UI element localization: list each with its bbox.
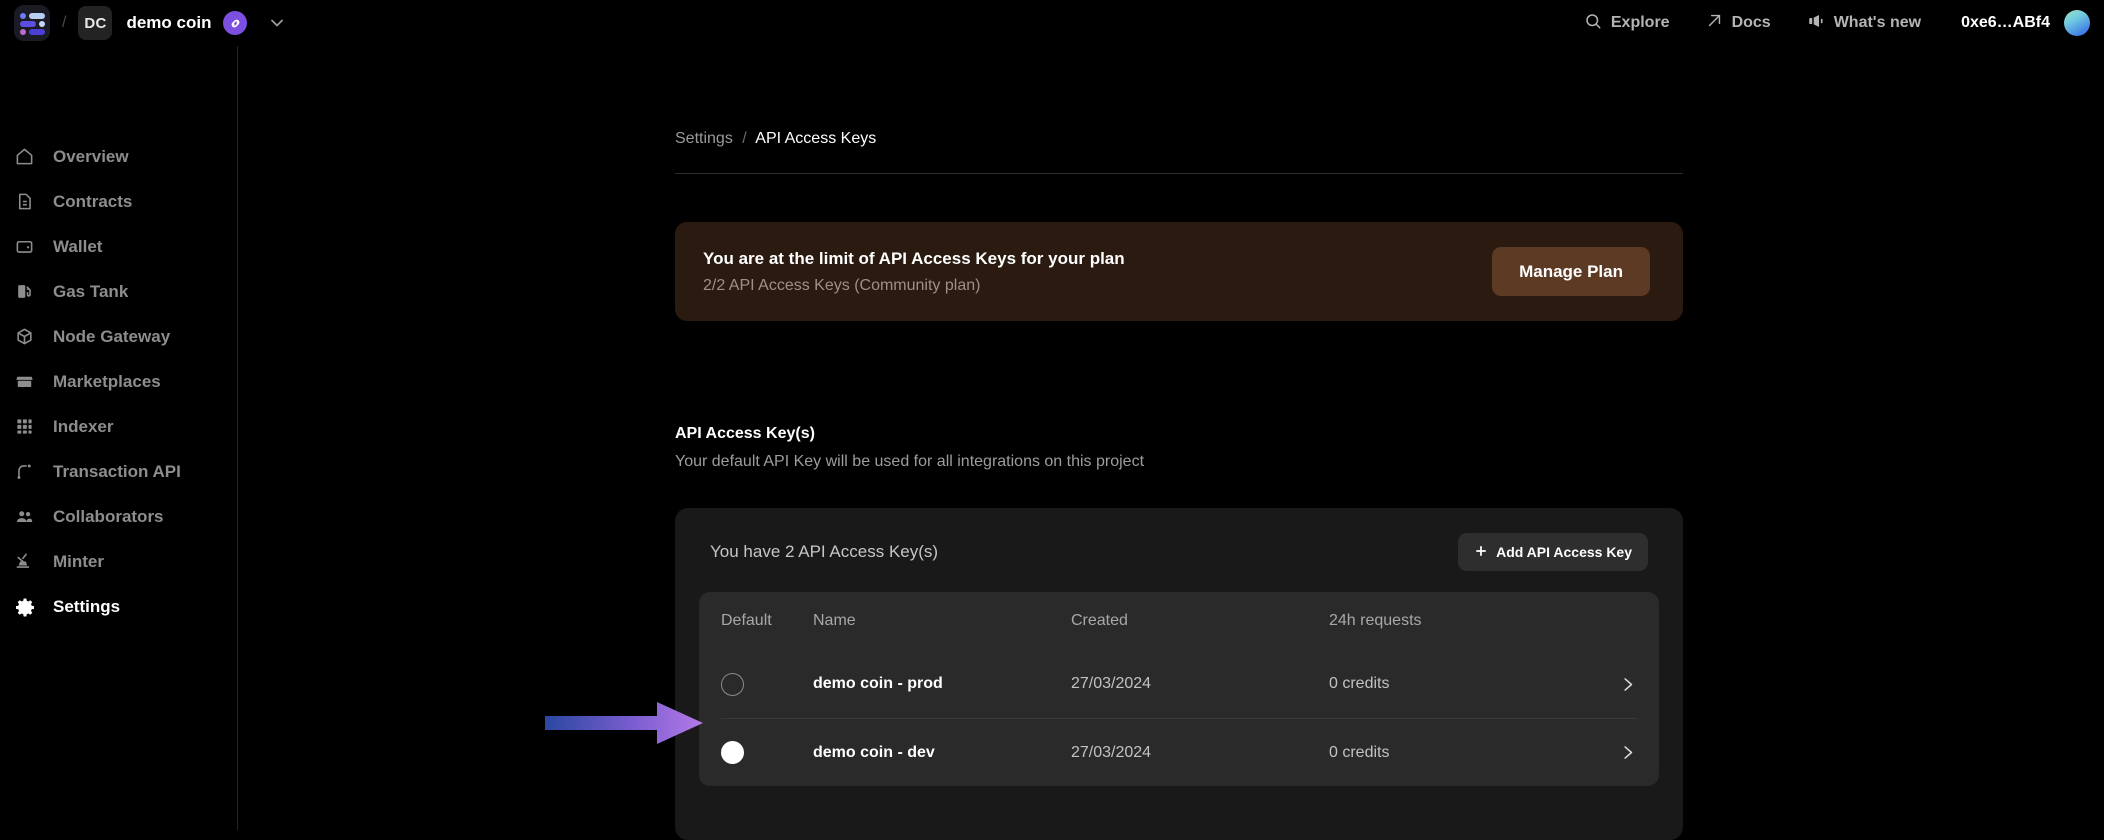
table-row[interactable]: demo coin - prod 27/03/2024 0 credits bbox=[721, 650, 1637, 718]
key-name: demo coin - prod bbox=[813, 675, 1071, 693]
table-header-row: Default Name Created 24h requests bbox=[721, 592, 1637, 650]
plan-limit-banner: You are at the limit of API Access Keys … bbox=[675, 222, 1683, 321]
column-header-name: Name bbox=[813, 612, 1071, 630]
cube-icon bbox=[14, 326, 35, 347]
default-radio-demo-coin-prod[interactable] bbox=[721, 673, 744, 696]
sidebar-item-label: Indexer bbox=[53, 417, 113, 437]
transaction-arc-icon bbox=[14, 461, 35, 482]
default-radio-cell bbox=[721, 741, 813, 764]
column-header-default: Default bbox=[721, 612, 813, 630]
megaphone-icon bbox=[1807, 12, 1825, 35]
column-header-requests: 24h requests bbox=[1329, 612, 1597, 630]
breadcrumb-divider bbox=[675, 173, 1683, 174]
breadcrumb-slash: / bbox=[62, 14, 66, 32]
project-switcher-chevron-down-icon[interactable] bbox=[267, 13, 287, 33]
chevron-right-icon[interactable] bbox=[1597, 743, 1637, 762]
column-header-created: Created bbox=[1071, 612, 1329, 630]
key-24h-requests: 0 credits bbox=[1329, 675, 1597, 693]
sidebar: Overview Contracts Wallet Gas Tank bbox=[0, 46, 238, 830]
gear-icon bbox=[14, 596, 35, 617]
breadcrumb-current: API Access Keys bbox=[755, 130, 876, 147]
key-name: demo coin - dev bbox=[813, 744, 1071, 762]
project-initials-badge: DC bbox=[78, 6, 112, 40]
wallet-icon bbox=[14, 236, 35, 257]
people-icon bbox=[14, 506, 35, 527]
home-icon bbox=[14, 146, 35, 167]
chevron-right-icon[interactable] bbox=[1597, 675, 1637, 694]
sidebar-item-label: Collaborators bbox=[53, 507, 164, 527]
top-bar-right: Explore Docs What's new 0xe6…ABf4 bbox=[1548, 10, 2104, 36]
section-title: API Access Key(s) bbox=[675, 425, 1144, 443]
add-api-access-key-label: Add API Access Key bbox=[1496, 544, 1632, 560]
key-24h-requests: 0 credits bbox=[1329, 744, 1597, 762]
key-created-date: 27/03/2024 bbox=[1071, 744, 1329, 762]
search-icon bbox=[1584, 12, 1602, 35]
sidebar-item-overview[interactable]: Overview bbox=[0, 134, 237, 179]
sidebar-item-label: Transaction API bbox=[53, 462, 181, 482]
breadcrumb-separator: / bbox=[742, 130, 746, 147]
avatar[interactable] bbox=[2064, 10, 2090, 36]
sidebar-item-label: Gas Tank bbox=[53, 282, 128, 302]
storefront-icon bbox=[14, 371, 35, 392]
manage-plan-button[interactable]: Manage Plan bbox=[1492, 247, 1650, 296]
nav-docs[interactable]: Docs bbox=[1706, 12, 1771, 34]
section-subtitle: Your default API Key will be used for al… bbox=[675, 453, 1144, 471]
plan-limit-subtitle: 2/2 API Access Keys (Community plan) bbox=[703, 277, 1125, 295]
sidebar-item-label: Overview bbox=[53, 147, 129, 167]
sidebar-item-settings[interactable]: Settings bbox=[0, 584, 237, 629]
default-radio-cell bbox=[721, 673, 813, 696]
main-content: Settings / API Access Keys You are at th… bbox=[238, 46, 2104, 830]
nav-whats-new-label: What's new bbox=[1834, 14, 1921, 32]
sidebar-item-marketplaces[interactable]: Marketplaces bbox=[0, 359, 237, 404]
breadcrumb-parent[interactable]: Settings bbox=[675, 130, 733, 147]
contract-file-icon bbox=[14, 191, 35, 212]
sidebar-item-contracts[interactable]: Contracts bbox=[0, 179, 237, 224]
sidebar-item-label: Contracts bbox=[53, 192, 132, 212]
top-bar: / DC demo coin Explore bbox=[0, 0, 2104, 46]
sidebar-item-node-gateway[interactable]: Node Gateway bbox=[0, 314, 237, 359]
gas-pump-icon bbox=[14, 281, 35, 302]
sidebar-item-transaction-api[interactable]: Transaction API bbox=[0, 449, 237, 494]
nav-docs-label: Docs bbox=[1732, 14, 1771, 32]
sidebar-item-label: Wallet bbox=[53, 237, 102, 257]
api-keys-card: You have 2 API Access Key(s) Add API Acc… bbox=[675, 508, 1683, 840]
plus-icon bbox=[1474, 544, 1488, 561]
grid-blocks-icon bbox=[14, 416, 35, 437]
api-keys-section-heading: API Access Key(s) Your default API Key w… bbox=[675, 425, 1144, 471]
sidebar-item-collaborators[interactable]: Collaborators bbox=[0, 494, 237, 539]
hammer-anvil-icon bbox=[14, 551, 35, 572]
default-radio-demo-coin-dev[interactable] bbox=[721, 741, 744, 764]
nav-explore[interactable]: Explore bbox=[1584, 12, 1670, 35]
wallet-address[interactable]: 0xe6…ABf4 bbox=[1961, 14, 2050, 32]
plan-limit-title: You are at the limit of API Access Keys … bbox=[703, 249, 1125, 269]
sidebar-item-wallet[interactable]: Wallet bbox=[0, 224, 237, 269]
nav-whats-new[interactable]: What's new bbox=[1807, 12, 1921, 35]
sidebar-item-minter[interactable]: Minter bbox=[0, 539, 237, 584]
api-keys-count-label: You have 2 API Access Key(s) bbox=[710, 542, 938, 562]
breadcrumb: Settings / API Access Keys bbox=[675, 130, 876, 148]
top-bar-left: / DC demo coin bbox=[0, 5, 287, 41]
key-created-date: 27/03/2024 bbox=[1071, 675, 1329, 693]
project-name: demo coin bbox=[126, 13, 211, 33]
sidebar-item-label: Node Gateway bbox=[53, 327, 170, 347]
nav-explore-label: Explore bbox=[1611, 14, 1670, 32]
sidebar-item-label: Settings bbox=[53, 597, 120, 617]
sidebar-item-indexer[interactable]: Indexer bbox=[0, 404, 237, 449]
app-list-logo-icon[interactable] bbox=[14, 5, 50, 41]
api-keys-table: Default Name Created 24h requests demo c… bbox=[699, 592, 1659, 786]
polygon-chain-icon bbox=[223, 11, 247, 35]
add-api-access-key-button[interactable]: Add API Access Key bbox=[1458, 533, 1648, 571]
table-row[interactable]: demo coin - dev 27/03/2024 0 credits bbox=[721, 718, 1637, 786]
external-link-arrow-icon bbox=[1706, 12, 1723, 34]
plan-limit-banner-text: You are at the limit of API Access Keys … bbox=[703, 249, 1125, 295]
api-keys-card-header: You have 2 API Access Key(s) Add API Acc… bbox=[699, 532, 1659, 572]
sidebar-item-label: Minter bbox=[53, 552, 104, 572]
sidebar-item-label: Marketplaces bbox=[53, 372, 161, 392]
sidebar-item-gas-tank[interactable]: Gas Tank bbox=[0, 269, 237, 314]
